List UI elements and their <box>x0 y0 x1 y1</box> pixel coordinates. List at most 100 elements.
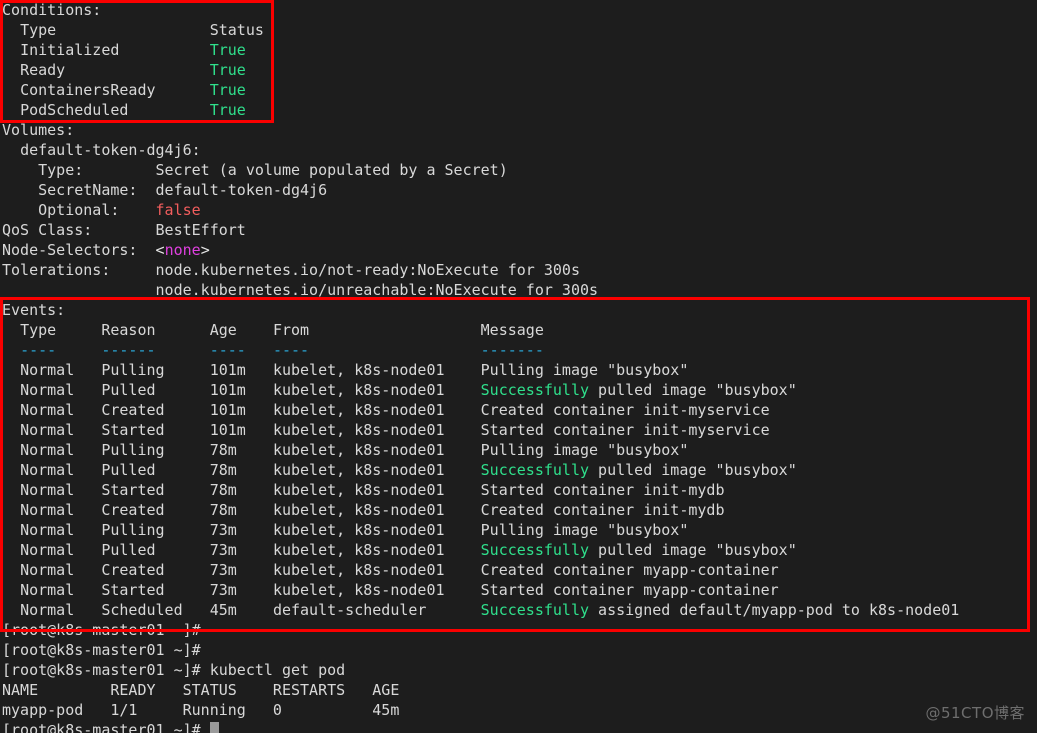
event-age: 73m <box>209 541 273 559</box>
rule-age: ---- <box>209 341 273 359</box>
volume-field-key: Optional: <box>38 201 156 219</box>
condition-type: ContainersReady <box>20 81 210 99</box>
event-reason: Pulling <box>101 441 210 459</box>
get-pod-header-text: NAME READY STATUS RESTARTS AGE <box>2 681 400 699</box>
event-reason: Created <box>101 501 210 519</box>
event-reason: Started <box>101 481 210 499</box>
event-reason: Started <box>101 581 210 599</box>
volume-field-value: default-token-dg4j6 <box>155 181 328 199</box>
volume-field: Type: Secret (a volume populated by a Se… <box>2 160 1037 180</box>
event-age: 101m <box>209 401 273 419</box>
tolerations-indent <box>2 281 156 299</box>
event-type: Normal <box>20 581 102 599</box>
shell-final-prompt-line[interactable]: [root@k8s-master01 ~]# <box>2 720 1037 733</box>
event-message: Successfully pulled image "busybox" <box>480 541 797 559</box>
rule-message: ------- <box>480 341 544 359</box>
conditions-row: PodScheduled True <box>2 100 1037 120</box>
volume-field-key: SecretName: <box>38 181 156 199</box>
event-row: Normal Started 73m kubelet, k8s-node01 S… <box>2 580 1037 600</box>
qos-class-label: QoS Class: <box>2 221 156 239</box>
events-col-reason: Reason <box>101 321 210 339</box>
event-row: Normal Pulled 78m kubelet, k8s-node01 Su… <box>2 460 1037 480</box>
shell-prompt-line: [root@k8s-master01 ~]# <box>2 620 1037 640</box>
event-age: 101m <box>209 381 273 399</box>
terminal-screen: Conditions: Type Status Initialized True… <box>2 0 1037 733</box>
event-message: Pulling image "busybox" <box>480 361 689 379</box>
tolerations-row: node.kubernetes.io/unreachable:NoExecute… <box>2 280 1037 300</box>
conditions-heading-text: Conditions: <box>2 1 102 19</box>
event-age: 78m <box>209 481 273 499</box>
event-row: Normal Created 73m kubelet, k8s-node01 C… <box>2 560 1037 580</box>
rule-reason: ------ <box>101 341 210 359</box>
event-type: Normal <box>20 461 102 479</box>
conditions-row: Ready True <box>2 60 1037 80</box>
event-age: 78m <box>209 441 273 459</box>
text-cursor <box>209 722 219 733</box>
event-row: Normal Pulling 101m kubelet, k8s-node01 … <box>2 360 1037 380</box>
volumes-heading-text: Volumes: <box>2 121 75 139</box>
event-type: Normal <box>20 361 102 379</box>
event-row: Normal Scheduled 45m default-scheduler S… <box>2 600 1037 620</box>
volume-field: Optional: false <box>2 200 1037 220</box>
event-type: Normal <box>20 481 102 499</box>
event-type: Normal <box>20 441 102 459</box>
events-heading: Events: <box>2 300 1037 320</box>
event-age: 73m <box>209 581 273 599</box>
node-selectors-row: Node-Selectors: <none> <box>2 240 1037 260</box>
conditions-row: Initialized True <box>2 40 1037 60</box>
terminal-window[interactable]: Conditions: Type Status Initialized True… <box>0 0 1037 733</box>
event-from: default-scheduler <box>272 601 481 619</box>
conditions-heading: Conditions: <box>2 0 1037 20</box>
event-age: 101m <box>209 361 273 379</box>
event-message: Pulling image "busybox" <box>480 441 689 459</box>
event-row: Normal Started 101m kubelet, k8s-node01 … <box>2 420 1037 440</box>
shell-command-line[interactable]: [root@k8s-master01 ~]# kubectl get pod <box>2 660 1037 680</box>
event-age: 78m <box>209 501 273 519</box>
event-type: Normal <box>20 421 102 439</box>
event-reason: Created <box>101 401 210 419</box>
toleration-value: node.kubernetes.io/unreachable:NoExecute… <box>155 281 599 299</box>
qos-class-value: BestEffort <box>155 221 246 239</box>
condition-type: Initialized <box>20 41 210 59</box>
event-row: Normal Started 78m kubelet, k8s-node01 S… <box>2 480 1037 500</box>
event-message: Successfully assigned default/myapp-pod … <box>480 601 960 619</box>
get-pod-row-text: myapp-pod 1/1 Running 0 45m <box>2 701 400 719</box>
condition-status: True <box>209 61 246 79</box>
event-type: Normal <box>20 401 102 419</box>
watermark: @51CTO博客 <box>925 704 1025 722</box>
event-from: kubelet, k8s-node01 <box>272 421 481 439</box>
event-from: kubelet, k8s-node01 <box>272 441 481 459</box>
event-message: Started container init-mydb <box>480 481 725 499</box>
event-reason: Pulling <box>101 521 210 539</box>
event-row: Normal Created 101m kubelet, k8s-node01 … <box>2 400 1037 420</box>
event-message: Created container init-myservice <box>480 401 770 419</box>
event-reason: Started <box>101 421 210 439</box>
conditions-row: ContainersReady True <box>2 80 1037 100</box>
events-header-rule: ---- ------ ---- ---- ------- <box>2 340 1037 360</box>
tolerations-row: Tolerations: node.kubernetes.io/not-read… <box>2 260 1037 280</box>
event-type: Normal <box>20 541 102 559</box>
event-message: Pulling image "busybox" <box>480 521 689 539</box>
qos-class-row: QoS Class: BestEffort <box>2 220 1037 240</box>
tolerations-label: Tolerations: <box>2 261 156 279</box>
event-from: kubelet, k8s-node01 <box>272 461 481 479</box>
conditions-col-type: Type <box>20 21 210 39</box>
event-reason: Pulling <box>101 361 210 379</box>
shell-prompt-text: [root@k8s-master01 ~]# <box>2 661 210 679</box>
condition-status: True <box>209 101 246 119</box>
event-from: kubelet, k8s-node01 <box>272 401 481 419</box>
event-row: Normal Pulling 78m kubelet, k8s-node01 P… <box>2 440 1037 460</box>
event-from: kubelet, k8s-node01 <box>272 541 481 559</box>
event-message: Created container myapp-container <box>480 561 779 579</box>
event-message: Successfully pulled image "busybox" <box>480 461 797 479</box>
rule-type: ---- <box>20 341 102 359</box>
event-type: Normal <box>20 521 102 539</box>
event-age: 101m <box>209 421 273 439</box>
volume-field: SecretName: default-token-dg4j6 <box>2 180 1037 200</box>
shell-prompt-line: [root@k8s-master01 ~]# <box>2 640 1037 660</box>
condition-status: True <box>209 41 246 59</box>
event-age: 73m <box>209 561 273 579</box>
events-col-message: Message <box>480 321 544 339</box>
event-age: 78m <box>209 461 273 479</box>
event-row: Normal Pulling 73m kubelet, k8s-node01 P… <box>2 520 1037 540</box>
